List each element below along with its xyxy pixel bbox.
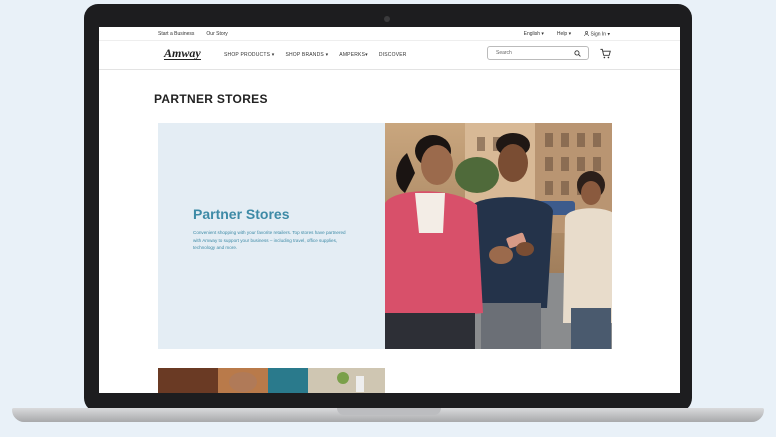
second-photo (158, 368, 385, 393)
nav-amperks[interactable]: AMPERKS▾ (339, 52, 368, 58)
language-label: English (523, 31, 541, 37)
nav-shop-brands-label: SHOP BRANDS (285, 52, 324, 58)
chevron-down-icon: ▾ (271, 52, 275, 58)
cart-icon[interactable] (600, 48, 611, 59)
search-box (487, 46, 589, 60)
chevron-down-icon: ▾ (365, 52, 368, 58)
help-label: Help (556, 31, 568, 37)
sign-in-menu[interactable]: Sign In ▾ (584, 31, 610, 38)
chevron-down-icon: ▾ (568, 31, 572, 37)
second-photo-illustration (158, 368, 385, 393)
laptop-notch (337, 408, 441, 415)
amway-logo[interactable]: Amway (164, 47, 201, 60)
webcam (384, 16, 390, 22)
laptop-base (12, 408, 764, 422)
laptop-lid: Start a Business Our Story English ▾ Hel… (84, 4, 692, 412)
chevron-down-icon: ▾ (325, 52, 329, 58)
user-icon (584, 31, 589, 37)
start-business-link[interactable]: Start a Business (158, 31, 194, 37)
page-title: PARTNER STORES (154, 92, 268, 106)
search-icon[interactable] (574, 50, 581, 57)
hero-description: Convenient shopping with your favorite r… (193, 230, 346, 251)
nav-shop-products[interactable]: SHOP PRODUCTS ▾ (224, 52, 274, 58)
nav-menu: SHOP PRODUCTS ▾ SHOP BRANDS ▾ AMPERKS▾ D… (224, 52, 407, 58)
nav-shop-products-label: SHOP PRODUCTS (224, 52, 271, 58)
hero-heading: Partner Stores (193, 206, 290, 222)
help-menu[interactable]: Help ▾ (557, 31, 571, 38)
nav-amperks-label: AMPERKS (339, 52, 366, 58)
utility-right: English ▾ Help ▾ Sign In ▾ (524, 31, 610, 38)
our-story-link[interactable]: Our Story (206, 31, 227, 37)
utility-links: Start a Business Our Story (158, 31, 228, 37)
hero-text-panel: Partner Stores Convenient shopping with … (158, 123, 385, 349)
main-nav: Amway SHOP PRODUCTS ▾ SHOP BRANDS ▾ AMPE… (99, 40, 680, 70)
chevron-down-icon: ▾ (607, 31, 610, 38)
laptop-screen: Start a Business Our Story English ▾ Hel… (99, 27, 680, 393)
hero-photo (385, 123, 612, 349)
sign-in-label: Sign In (590, 31, 607, 38)
language-selector[interactable]: English ▾ (524, 31, 544, 38)
hero-photo-illustration (385, 123, 612, 349)
search-input[interactable] (496, 49, 566, 57)
nav-shop-brands[interactable]: SHOP BRANDS ▾ (285, 52, 328, 58)
nav-discover[interactable]: DISCOVER (379, 52, 407, 58)
chevron-down-icon: ▾ (541, 31, 544, 37)
utility-bar: Start a Business Our Story English ▾ Hel… (99, 27, 680, 40)
